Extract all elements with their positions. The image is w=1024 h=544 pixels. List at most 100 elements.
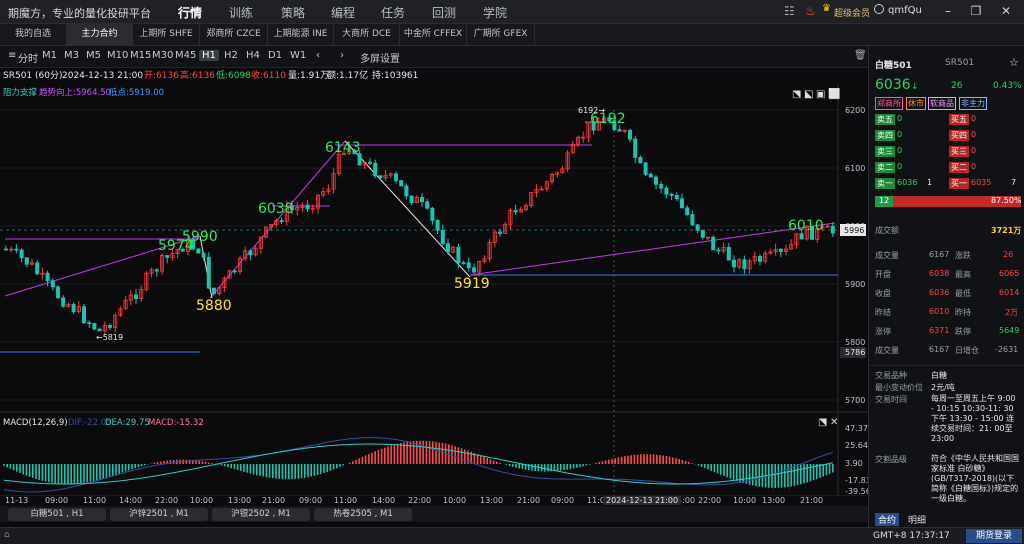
label-5880: 5880 [196, 298, 232, 314]
kline-chart[interactable]: 阻力支撑 趋势向上:5964.50 低点:5919.00 ⬔ ⬕ ▣ ⬜ 619… [0, 84, 868, 496]
chart-tab-hc2505[interactable]: 热卷2505 , M1 [314, 508, 412, 521]
tab-cffex[interactable]: 中金所 CFFEX [400, 24, 467, 45]
tab-watchlist[interactable]: 我的自选 [0, 24, 67, 45]
tab-main-contracts[interactable]: 主力合约 [67, 24, 133, 45]
candle-body [108, 325, 113, 328]
chart-line-icon[interactable]: ⬕ [804, 89, 813, 100]
menu-icon[interactable]: ☷ [784, 4, 795, 18]
nav-programming[interactable]: 编程 [331, 4, 355, 21]
username[interactable]: qmfQu [888, 5, 922, 16]
macd-title: MACD(12,26,9) [3, 418, 68, 428]
macd-close-icon[interactable]: ✕ [830, 417, 838, 428]
stat-value: 6010 [929, 307, 950, 316]
app-title: 期魔方，专业的量化投研平台 [8, 7, 151, 20]
tab-dce[interactable]: 大商所 DCE [334, 24, 400, 45]
candle-body [404, 185, 409, 197]
nav-tasks[interactable]: 任务 [381, 4, 405, 21]
candle-body [440, 229, 445, 245]
contract-info: 交易品种 白糖 最小变动价位 2元/吨 交易时间 每周一至周五上午 9:00 -… [869, 365, 1024, 511]
candle-body [778, 249, 783, 252]
candle-body [82, 306, 87, 324]
rows-icon[interactable]: ≡ [8, 50, 16, 61]
bid-label: 买五 [949, 114, 969, 125]
candle-body [654, 176, 659, 185]
stat-value: 6065 [999, 269, 1020, 278]
candle-body [513, 210, 518, 213]
time-label: 21:00 [800, 496, 824, 505]
chart-tab-sr501[interactable]: 白糖501 , H1 [8, 508, 106, 521]
chevron-left-icon[interactable]: ‹ [316, 50, 320, 61]
chart-restore-icon[interactable]: ▣ [816, 89, 825, 100]
bid-price: 0 [971, 130, 977, 139]
minimize-button[interactable]: – [938, 4, 958, 18]
chart-tab-zn2501[interactable]: 沪锌2501 , M1 [110, 508, 208, 521]
period-h1[interactable]: H1 [199, 50, 219, 61]
chart-maximize-icon[interactable]: ⬜ [828, 87, 840, 100]
candle-body [232, 270, 237, 273]
bar-info: SR501 (60分) 2024-12-13 21:00 开:6136 高:61… [0, 68, 868, 84]
macd-axis-2: 25.64 [845, 441, 868, 450]
bid-volume: 7 [1011, 178, 1017, 187]
ask-label: 卖二 [875, 162, 895, 173]
tag-soft: 软商品 [928, 97, 956, 110]
arrow-down-icon: ↓ [911, 82, 919, 92]
candle-body [45, 272, 50, 282]
macd-value: MACD:-15.32 [148, 418, 204, 428]
period-m30[interactable]: M30 [152, 50, 173, 61]
period-m45[interactable]: M45 [175, 50, 196, 61]
nav-strategy[interactable]: 策略 [281, 4, 305, 21]
period-m1[interactable]: M1 [42, 50, 57, 61]
label-5919: 5919 [454, 276, 490, 292]
time-label: 22:00 [408, 496, 432, 505]
candle-body [248, 250, 253, 256]
stat-label: 开盘 [875, 270, 891, 279]
multi-screen-button[interactable]: 多屏设置 [360, 50, 400, 65]
nav-training[interactable]: 训练 [229, 4, 253, 21]
period-h4[interactable]: H4 [246, 50, 260, 61]
info-high: 高:6136 [180, 71, 215, 81]
nav-backtest[interactable]: 回测 [432, 4, 456, 21]
tab-detail[interactable]: 明细 [905, 513, 929, 526]
chevron-right-icon[interactable]: › [340, 50, 344, 61]
stat-label: 昨结 [875, 308, 891, 317]
candle-body [393, 173, 398, 181]
tab-ine[interactable]: 上期能源 INE [268, 24, 334, 45]
close-button[interactable]: ✕ [996, 4, 1016, 18]
candle-body [466, 262, 471, 269]
tab-gfex[interactable]: 广期所 GFEX [467, 24, 535, 45]
period-m15[interactable]: M15 [130, 50, 151, 61]
bid-label: 买四 [949, 130, 969, 141]
star-icon[interactable]: ☆ [1009, 56, 1019, 69]
quote-change: 26 [951, 81, 963, 91]
candle-body [732, 259, 737, 268]
tab-shfe[interactable]: 上期所 SHFE [133, 24, 200, 45]
time-label: 13:00 [762, 496, 786, 505]
macd-draw-icon[interactable]: ⬔ [818, 417, 827, 428]
time-label: 10:00 [443, 496, 467, 505]
ask-label: 卖四 [875, 130, 895, 141]
info-tick: 2元/吨 [931, 383, 955, 392]
period-m5[interactable]: M5 [86, 50, 101, 61]
period-h2[interactable]: H2 [224, 50, 238, 61]
member-badge[interactable]: 超级会员 [834, 6, 870, 19]
stat-value: 6036 [929, 288, 950, 297]
nav-academy[interactable]: 学院 [483, 4, 507, 21]
candle-body [461, 262, 466, 265]
maximize-button[interactable]: ❐ [966, 4, 986, 18]
trash-icon[interactable]: 🗑 [854, 50, 867, 61]
tab-contract[interactable]: 合约 [875, 513, 900, 526]
nav-market[interactable]: 行情 [178, 4, 202, 21]
futures-login-button[interactable]: 期货登录 [966, 529, 1022, 543]
period-m10[interactable]: M10 [107, 50, 128, 61]
candle-body [50, 280, 55, 288]
period-w1[interactable]: W1 [290, 50, 306, 61]
candle-body [685, 207, 690, 215]
period-tick[interactable]: 分时 [18, 50, 38, 65]
period-m3[interactable]: M3 [64, 50, 79, 61]
bell-icon[interactable]: ♨ [805, 4, 816, 18]
period-d1[interactable]: D1 [268, 50, 282, 61]
macd-axis-4: -17.83 [845, 476, 868, 485]
chart-tab-ag2502[interactable]: 沪银2502 , M1 [212, 508, 310, 521]
chart-draw-icon[interactable]: ⬔ [792, 89, 801, 100]
tab-czce[interactable]: 郑商所 CZCE [200, 24, 268, 45]
